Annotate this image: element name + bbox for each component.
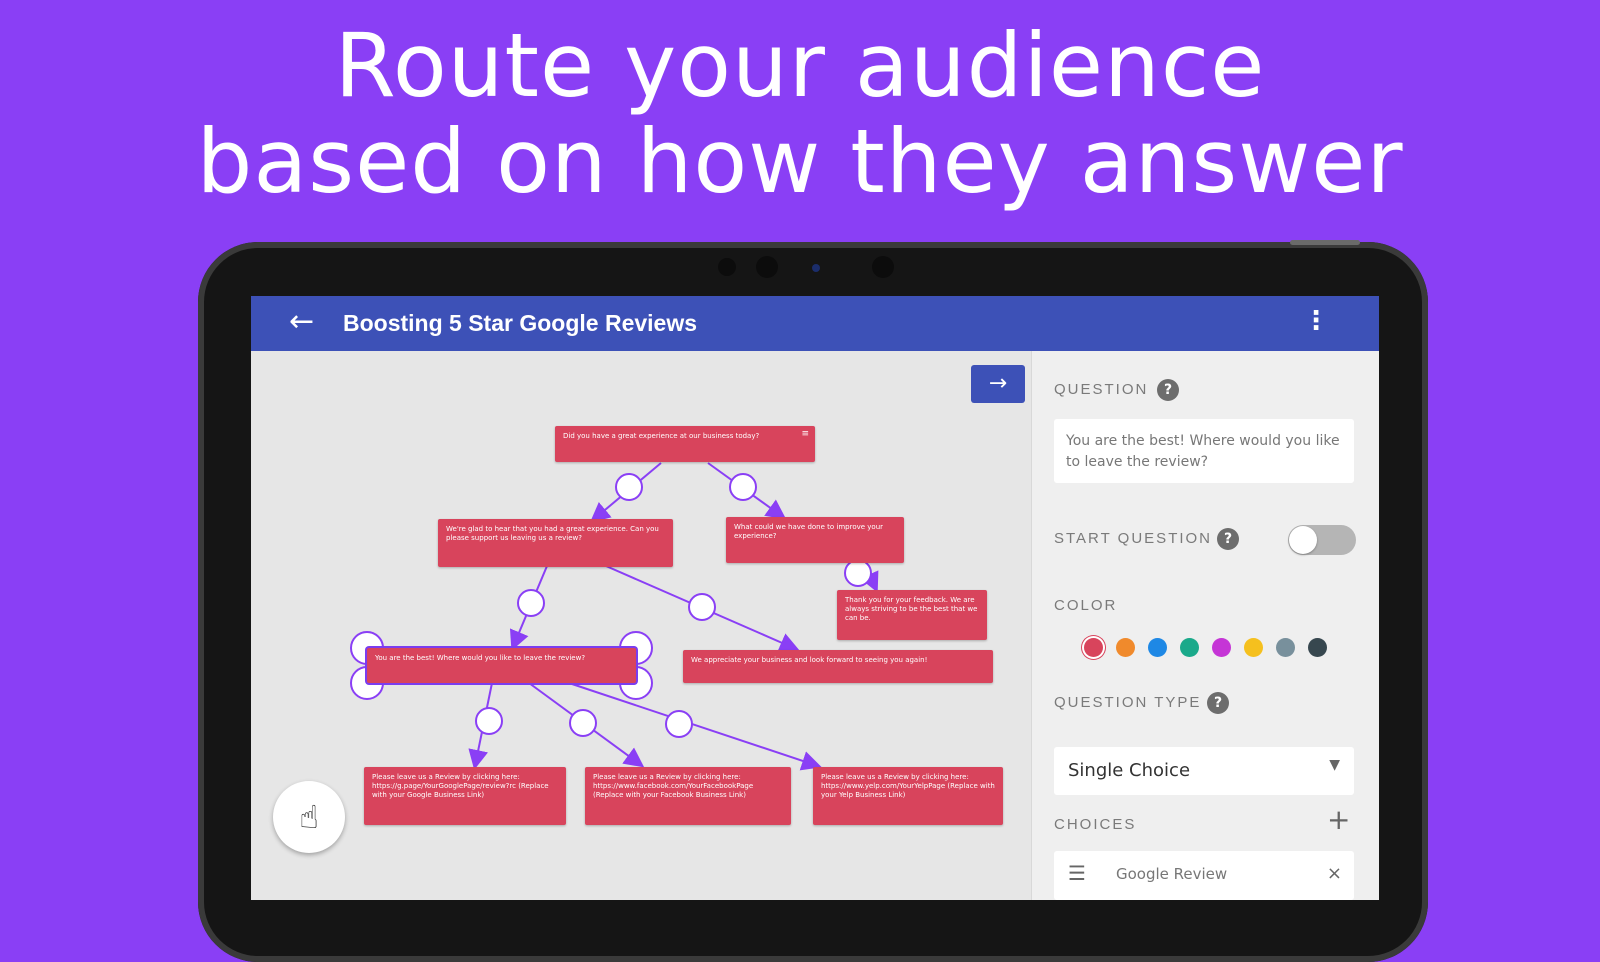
app-title: Boosting 5 Star Google Reviews	[343, 310, 698, 336]
node-text: Please leave us a Review by clicking her…	[821, 773, 995, 799]
toggle-knob	[1289, 526, 1317, 554]
node-text: Thank you for your feedback. We are alwa…	[845, 596, 978, 622]
node-menu-icon[interactable]: ≡	[801, 430, 809, 439]
flow-node[interactable]: What could we have done to improve your …	[726, 517, 904, 563]
connector-handle	[615, 473, 643, 501]
color-swatch[interactable]	[1148, 638, 1167, 657]
question-type-label: QUESTION TYPE	[1054, 694, 1202, 711]
add-choice-icon[interactable]: +	[1327, 805, 1350, 835]
node-text: What could we have done to improve your …	[734, 523, 884, 540]
camera-lens	[756, 256, 778, 278]
node-text: We appreciate your business and look for…	[691, 656, 928, 664]
node-text: You are the best! Where would you like t…	[375, 654, 586, 662]
start-question-toggle[interactable]	[1288, 525, 1356, 555]
flow-node[interactable]: Please leave us a Review by clicking her…	[585, 767, 791, 825]
color-swatch[interactable]	[1180, 638, 1199, 657]
properties-panel: QUESTION ? You are the best! Where would…	[1031, 351, 1379, 900]
chevron-down-icon: ▼	[1329, 757, 1340, 773]
flow-node[interactable]: We appreciate your business and look for…	[683, 650, 993, 683]
color-swatch[interactable]	[1116, 638, 1135, 657]
start-question-label: START QUESTION	[1054, 530, 1213, 547]
camera-sensor	[812, 264, 820, 272]
color-swatch[interactable]	[1244, 638, 1263, 657]
headline-line-2: based on how they answer	[196, 110, 1404, 213]
pan-mode-button[interactable]: ☝	[273, 781, 345, 853]
connector-handle	[688, 593, 716, 621]
connector-handle	[729, 473, 757, 501]
flow-node-selected[interactable]: You are the best! Where would you like t…	[367, 648, 636, 683]
connector-handle	[517, 589, 545, 617]
flow-node[interactable]: Please leave us a Review by clicking her…	[813, 767, 1003, 825]
headline-line-1: Route your audience	[334, 14, 1266, 117]
color-swatches	[1084, 638, 1340, 661]
question-text-field[interactable]: You are the best! Where would you like t…	[1054, 419, 1354, 483]
question-type-help-icon[interactable]: ?	[1207, 692, 1229, 714]
connector-handle	[475, 707, 503, 735]
choices-label: CHOICES	[1054, 816, 1137, 833]
link-best-yelp	[568, 682, 822, 771]
color-label: COLOR	[1054, 597, 1118, 614]
choice-item[interactable]: ☰ Google Review ×	[1054, 851, 1354, 900]
flow-node[interactable]: Thank you for your feedback. We are alwa…	[837, 590, 987, 640]
color-swatch[interactable]	[1276, 638, 1295, 657]
choice-text: Google Review	[1116, 865, 1228, 883]
color-swatch[interactable]	[1212, 638, 1231, 657]
color-swatch[interactable]	[1084, 638, 1103, 657]
node-text: Did you have a great experience at our b…	[563, 432, 760, 440]
start-question-help-icon[interactable]: ?	[1217, 528, 1239, 550]
tablet-power-button	[1290, 240, 1360, 245]
node-text: We're glad to hear that you had a great …	[446, 525, 659, 542]
more-vert-icon[interactable]: ⋮	[1303, 306, 1329, 336]
flow-canvas[interactable]: → Did you have a great experience at our…	[251, 351, 1031, 900]
question-type-value: Single Choice	[1068, 760, 1191, 781]
back-arrow-icon[interactable]: ←	[289, 306, 314, 338]
question-help-icon[interactable]: ?	[1157, 379, 1179, 401]
camera-dot-right	[872, 256, 894, 278]
connector-handle	[665, 710, 693, 738]
remove-choice-icon[interactable]: ×	[1327, 863, 1342, 884]
question-type-select[interactable]: Single Choice ▼	[1054, 747, 1354, 795]
node-text: Please leave us a Review by clicking her…	[372, 773, 549, 799]
arrow-right-icon: →	[988, 371, 1008, 396]
hand-pointer-icon: ☝	[299, 798, 319, 836]
flow-node[interactable]: Please leave us a Review by clicking her…	[364, 767, 566, 825]
color-swatch[interactable]	[1308, 638, 1327, 657]
flow-node[interactable]: We're glad to hear that you had a great …	[438, 519, 673, 567]
connector-handle	[569, 709, 597, 737]
headline: Route your audience based on how they an…	[0, 18, 1600, 210]
app-bar: ← Boosting 5 Star Google Reviews ⋮	[251, 296, 1379, 351]
app-screen: ← Boosting 5 Star Google Reviews ⋮ → Did…	[251, 296, 1379, 900]
node-text: Please leave us a Review by clicking her…	[593, 773, 754, 799]
drag-handle-icon[interactable]: ☰	[1068, 861, 1086, 885]
camera-dot	[718, 258, 736, 276]
connector-handle	[844, 559, 872, 587]
flow-node[interactable]: Did you have a great experience at our b…	[555, 426, 815, 462]
next-arrow-button[interactable]: →	[971, 365, 1025, 403]
question-label: QUESTION	[1054, 381, 1149, 398]
